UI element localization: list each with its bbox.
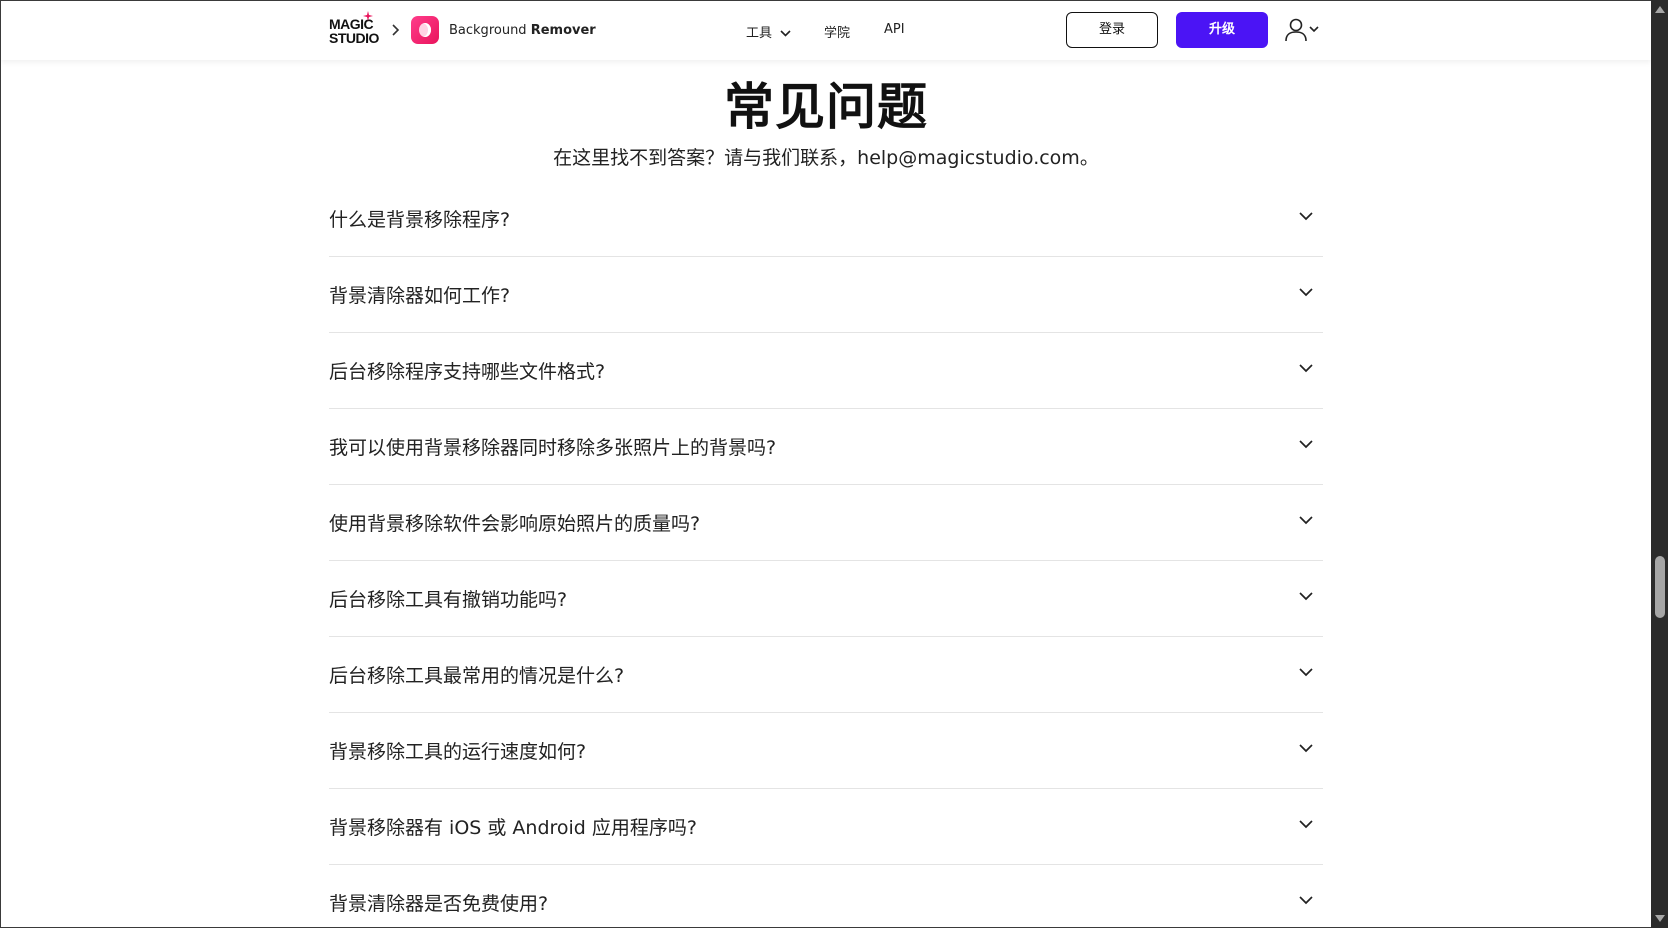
faq-item[interactable]: 后台移除程序支持哪些文件格式? (329, 333, 1323, 409)
user-icon[interactable] (1284, 17, 1322, 43)
site-header: MAGIC STUDIO Background Remover 工具 学院 AP… (1, 1, 1651, 60)
chevron-down-icon[interactable] (1299, 668, 1313, 677)
chevron-right-icon (392, 24, 400, 36)
faq-item[interactable]: 使用背景移除软件会影响原始照片的质量吗? (329, 485, 1323, 561)
faq-question: 使用背景移除软件会影响原始照片的质量吗? (329, 513, 701, 535)
faq-item[interactable]: 背景移除工具的运行速度如何? (329, 713, 1323, 789)
chevron-down-icon[interactable] (1299, 516, 1313, 525)
nav-academy-link[interactable]: 学院 (824, 22, 850, 41)
app-name-bold: Remover (530, 23, 596, 38)
chevron-down-icon[interactable] (1299, 820, 1313, 829)
sparkle-icon (363, 11, 373, 21)
chevron-down-icon[interactable] (1299, 744, 1313, 753)
browser-viewport: MAGIC STUDIO Background Remover 工具 学院 AP… (1, 1, 1651, 927)
chevron-down-icon[interactable] (1299, 212, 1313, 221)
logo-line-2: STUDIO (329, 30, 379, 46)
faq-question: 后台移除工具最常用的情况是什么? (329, 665, 625, 687)
chevron-down-icon[interactable] (1299, 592, 1313, 601)
chevron-down-icon[interactable] (1299, 896, 1313, 905)
faq-item[interactable]: 后台移除工具最常用的情况是什么? (329, 637, 1323, 713)
faq-question: 后台移除程序支持哪些文件格式? (329, 361, 606, 383)
scroll-thumb[interactable] (1655, 556, 1665, 618)
nav-api-link[interactable]: API (884, 22, 905, 37)
app-name[interactable]: Background Remover (449, 23, 596, 38)
faq-item[interactable]: 背景移除器有 iOS 或 Android 应用程序吗? (329, 789, 1323, 865)
faq-question: 后台移除工具有撤销功能吗? (329, 589, 568, 611)
faq-question: 背景清除器是否免费使用? (329, 893, 549, 915)
logo-line-1: MAGIC (329, 16, 374, 32)
login-button[interactable]: 登录 (1066, 12, 1158, 48)
chevron-down-icon[interactable] (1299, 364, 1313, 373)
chevron-down-icon[interactable] (1299, 288, 1313, 297)
nav-tools-label: 工具 (746, 26, 773, 41)
faq-item[interactable]: 什么是背景移除程序? (329, 181, 1323, 257)
nav-tools-menu[interactable]: 工具 (746, 22, 791, 41)
faq-subtitle: 在这里找不到答案？请与我们联系，help@magicstudio.com。 (553, 147, 1099, 169)
faq-question: 背景移除工具的运行速度如何? (329, 741, 587, 763)
vertical-scrollbar[interactable] (1651, 0, 1668, 928)
app-name-prefix: Background (449, 23, 531, 38)
magic-studio-logo[interactable]: MAGIC STUDIO (329, 11, 381, 47)
faq-question: 我可以使用背景移除器同时移除多张照片上的背景吗? (329, 437, 777, 459)
faq-list: 什么是背景移除程序? 背景清除器如何工作? 后台移除程序支持哪些文件格式? 我可… (329, 181, 1323, 927)
faq-question: 背景移除器有 iOS 或 Android 应用程序吗? (329, 817, 697, 839)
faq-item[interactable]: 背景清除器是否免费使用? (329, 865, 1323, 927)
scroll-down-arrow[interactable] (1655, 915, 1665, 922)
upgrade-button[interactable]: 升级 (1176, 12, 1268, 48)
faq-question: 什么是背景移除程序? (329, 209, 511, 231)
faq-item[interactable]: 我可以使用背景移除器同时移除多张照片上的背景吗? (329, 409, 1323, 485)
faq-title: 常见问题 (724, 78, 928, 136)
chevron-down-icon (780, 30, 791, 37)
background-remover-app-icon[interactable] (411, 16, 439, 44)
chevron-down-icon[interactable] (1299, 440, 1313, 449)
faq-item[interactable]: 背景清除器如何工作? (329, 257, 1323, 333)
scroll-up-arrow[interactable] (1655, 6, 1665, 13)
faq-item[interactable]: 后台移除工具有撤销功能吗? (329, 561, 1323, 637)
faq-question: 背景清除器如何工作? (329, 285, 511, 307)
